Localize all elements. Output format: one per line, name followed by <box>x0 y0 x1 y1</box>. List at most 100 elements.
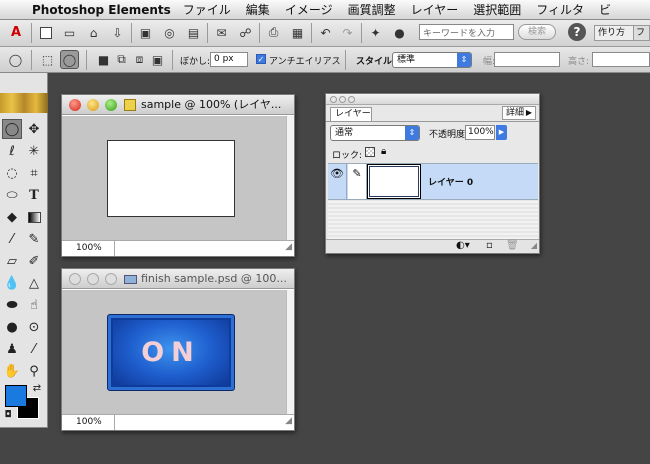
sponge-tool-icon[interactable]: ⬬ <box>2 295 22 315</box>
menu-filter[interactable]: フィルタ <box>536 1 584 18</box>
search-button[interactable]: 検索 <box>518 24 556 40</box>
tab-partial[interactable]: フ <box>634 25 650 41</box>
tab-how-to[interactable]: 作り方 <box>594 25 634 41</box>
open-file-icon[interactable]: ▭ <box>60 23 79 42</box>
elliptical-marquee-icon[interactable]: ◯ <box>6 50 25 69</box>
selection-brush-icon[interactable]: ◌ <box>2 163 22 183</box>
app-menu[interactable]: Photoshop Elements <box>32 3 171 17</box>
height-field[interactable] <box>592 52 650 67</box>
resize-grip-icon[interactable]: ◢ <box>531 241 537 250</box>
menu-layer[interactable]: レイヤー <box>411 1 459 18</box>
lock-transparency-icon[interactable] <box>365 147 375 157</box>
help-icon[interactable]: ? <box>568 23 586 41</box>
menu-enhance[interactable]: 画質調整 <box>348 1 396 18</box>
new-selection-icon[interactable]: ■ <box>94 50 113 69</box>
feather-field[interactable]: 0 px <box>210 52 248 67</box>
search-input[interactable]: キーワードを入力 <box>419 24 514 40</box>
crop-tool-icon[interactable]: ⌗ <box>24 163 44 183</box>
new-file-icon[interactable] <box>36 23 55 42</box>
rect-marquee-option-icon[interactable]: ⬚ <box>38 50 57 69</box>
save-for-web-icon[interactable]: ◎ <box>160 23 179 42</box>
burn-tool-icon[interactable]: ● <box>2 317 22 337</box>
pdf-icon[interactable]: ▤ <box>184 23 203 42</box>
zoom-button[interactable] <box>348 96 355 103</box>
eraser-tool-icon[interactable]: ▱ <box>2 251 22 271</box>
details-button[interactable]: 詳細 ▶ <box>502 106 536 120</box>
canvas-area[interactable] <box>62 116 286 240</box>
type-tool-icon[interactable]: T <box>24 185 44 205</box>
lasso-tool-icon[interactable]: ℓ <box>2 141 22 161</box>
eyedropper-tool-icon[interactable]: ⁄ <box>24 339 44 359</box>
menu-view[interactable]: ビ <box>599 1 611 18</box>
zoom-level[interactable]: 100% <box>76 243 102 253</box>
window-titlebar[interactable]: finish sample.psd @ 100... <box>62 269 294 289</box>
swap-colors-icon[interactable]: ⇄ <box>30 381 44 395</box>
resize-grip-icon[interactable]: ◢ <box>285 414 292 429</box>
resize-grip-icon[interactable]: ◢ <box>285 240 292 255</box>
minimize-button[interactable] <box>87 99 99 111</box>
attach-email-icon[interactable]: ✉ <box>212 23 231 42</box>
lock-all-icon[interactable]: 🔒︎ <box>381 146 386 157</box>
move-tool-icon[interactable]: ✥ <box>24 119 44 139</box>
new-layer-icon[interactable]: ▫ <box>486 240 493 251</box>
adjustment-layer-icon[interactable]: ◐▾ <box>456 240 470 251</box>
ellipse-marquee-option-icon[interactable]: ◯ <box>60 50 79 69</box>
shape-tool-icon[interactable]: ⬭ <box>2 185 22 205</box>
magic-wand-icon[interactable]: ✳ <box>24 141 44 161</box>
brush-link-icon[interactable]: ✎ <box>348 164 367 199</box>
redo-icon[interactable]: ↷ <box>338 23 357 42</box>
eye-icon[interactable]: 👁︎ <box>328 164 347 199</box>
brush-tool-icon[interactable]: ⁄ <box>2 229 22 249</box>
width-field[interactable] <box>494 52 560 67</box>
browse-icon[interactable]: ⌂ <box>84 23 103 42</box>
add-selection-icon[interactable]: ⧉ <box>112 50 131 69</box>
import-icon[interactable]: ⇩ <box>108 23 127 42</box>
menu-edit[interactable]: 編集 <box>246 1 270 18</box>
menu-image[interactable]: イメージ <box>285 1 333 18</box>
tab-layers[interactable]: レイヤー <box>330 107 372 121</box>
default-colors-icon[interactable]: ◘ <box>2 409 14 421</box>
opacity-slider-button[interactable]: ▶ <box>496 125 507 140</box>
subtract-selection-icon[interactable]: ⧈ <box>130 50 149 69</box>
zoom-level[interactable]: 100% <box>76 417 102 427</box>
vertical-scrollbar[interactable] <box>286 116 294 240</box>
print-preview-icon[interactable]: ▦ <box>288 23 307 42</box>
online-service-icon[interactable]: ☍ <box>236 23 255 42</box>
blur-tool-icon[interactable]: 💧 <box>2 273 22 293</box>
menu-file[interactable]: ファイル <box>183 1 231 18</box>
paint-bucket-icon[interactable]: ◆ <box>2 207 22 227</box>
window-titlebar[interactable]: sample @ 100% (レイヤ... <box>62 95 294 115</box>
close-button[interactable] <box>69 273 81 285</box>
quick-fix-icon[interactable]: ✦ <box>366 23 385 42</box>
hand-tool-icon[interactable]: ✋ <box>2 361 22 381</box>
dodge-tool-icon[interactable]: ⊙ <box>24 317 44 337</box>
style-select[interactable]: 標準 ⇕ <box>392 52 472 68</box>
antialias-checkbox[interactable]: ✓ <box>256 54 266 64</box>
pencil-tool-icon[interactable]: ✎ <box>24 229 44 249</box>
trash-icon[interactable]: 🗑︎ <box>506 240 519 251</box>
red-eye-brush-icon[interactable]: ✐ <box>24 251 44 271</box>
zoom-button[interactable] <box>105 99 117 111</box>
minimize-button[interactable] <box>87 273 99 285</box>
undo-icon[interactable]: ↶ <box>316 23 335 42</box>
canvas-area[interactable]: ON <box>62 290 286 414</box>
menu-select[interactable]: 選択範囲 <box>473 1 521 18</box>
layer-row[interactable]: 👁︎ ✎ レイヤー 0 <box>328 163 538 200</box>
blend-mode-select[interactable]: 通常 ⇕ <box>330 125 420 141</box>
color-variations-icon[interactable]: ● <box>390 23 409 42</box>
gradient-tool-icon[interactable] <box>24 207 44 227</box>
vertical-scrollbar[interactable] <box>286 290 294 414</box>
close-button[interactable] <box>330 96 337 103</box>
save-icon[interactable]: ▣ <box>136 23 155 42</box>
zoom-tool-icon[interactable]: ⚲ <box>24 361 44 381</box>
intersect-selection-icon[interactable]: ▣ <box>148 50 167 69</box>
sharpen-tool-icon[interactable]: △ <box>24 273 44 293</box>
close-button[interactable] <box>69 99 81 111</box>
marquee-tool-icon[interactable]: ◯ <box>2 119 22 139</box>
opacity-field[interactable]: 100% <box>465 125 495 140</box>
print-icon[interactable]: ⎙ <box>264 23 283 42</box>
foreground-color-swatch[interactable] <box>5 385 27 407</box>
smudge-tool-icon[interactable]: ☝ <box>24 295 44 315</box>
panel-titlebar[interactable] <box>326 94 539 105</box>
canvas-image[interactable] <box>107 140 235 217</box>
